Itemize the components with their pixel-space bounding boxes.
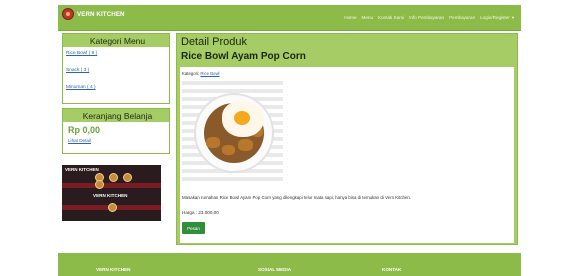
caret-down-icon: ▼ bbox=[511, 15, 515, 20]
yolk-shape bbox=[234, 111, 250, 125]
product-price: Harga : 23.000,00 bbox=[182, 210, 219, 215]
brand-name: VERN KITCHEN bbox=[77, 10, 125, 18]
cart-body: Rp 0,00 Lihat Detail bbox=[63, 122, 169, 146]
food-icon bbox=[95, 180, 104, 189]
footer-social: SOSIAL MEDIA bbox=[258, 267, 292, 272]
food-shape bbox=[238, 139, 253, 151]
order-button[interactable]: Pesan bbox=[182, 222, 205, 234]
food-shape bbox=[222, 145, 235, 155]
nav-menu: Home Menu Kontak Kami Info Pembayaran Pe… bbox=[344, 15, 515, 20]
food-icon bbox=[123, 173, 132, 182]
product-detail-panel: Detail Produk Rice Bowl Ayam Pop Corn Ka… bbox=[176, 33, 518, 245]
product-category: Kategori: Rice Bowl bbox=[182, 71, 220, 76]
category-list: Rice Bowl ( 8 ) Snack ( 3 ) Minuman ( 4 … bbox=[63, 47, 169, 106]
footer: VERN KITCHEN SOSIAL MEDIA KONTAK bbox=[58, 253, 521, 276]
category-card: Kategori Menu Rice Bowl ( 8 ) Snack ( 3 … bbox=[62, 33, 170, 104]
cart-card-title: Keranjang Belanja bbox=[63, 109, 169, 122]
category-link-rice-bowl[interactable]: Rice Bowl ( 8 ) bbox=[66, 51, 166, 68]
nav-login-dropdown[interactable]: Login/Register ▼ bbox=[480, 15, 515, 20]
food-icon bbox=[109, 173, 118, 182]
banner-title: VERN KITCHEN bbox=[65, 167, 99, 172]
product-name: Rice Bowl Ayam Pop Corn bbox=[181, 51, 306, 62]
page-title: Detail Produk bbox=[181, 36, 248, 48]
footer-brand: VERN KITCHEN bbox=[96, 267, 131, 272]
brand[interactable]: VERN KITCHEN bbox=[62, 8, 125, 20]
nav-kontak[interactable]: Kontak Kami bbox=[378, 15, 404, 20]
product-content: Kategori: Rice Bowl Masakan rumahan Rice… bbox=[180, 67, 514, 243]
nav-home[interactable]: Home bbox=[344, 15, 356, 20]
top-navbar: VERN KITCHEN Home Menu Kontak Kami Info … bbox=[58, 5, 521, 31]
product-image bbox=[182, 81, 283, 185]
product-category-prefix: Kategori: bbox=[182, 71, 200, 76]
product-description: Masakan rumahan Rice Bowl Ayam Pop Corn … bbox=[182, 195, 412, 200]
nav-info-pembayaran[interactable]: Info Pembayaran bbox=[409, 15, 444, 20]
banner-subtitle: VERN KITCHEN bbox=[93, 193, 128, 198]
nav-login-label: Login/Register bbox=[480, 15, 510, 20]
category-card-title: Kategori Menu bbox=[63, 34, 169, 47]
cart-detail-link[interactable]: Lihat Detail bbox=[68, 138, 164, 143]
brand-logo-icon bbox=[62, 8, 74, 20]
food-shape bbox=[206, 137, 220, 148]
page-container: Kategori Menu Rice Bowl ( 8 ) Snack ( 3 … bbox=[58, 31, 521, 248]
category-link-snack[interactable]: Snack ( 3 ) bbox=[66, 68, 166, 85]
footer-contact: KONTAK bbox=[382, 267, 402, 272]
category-link-minuman[interactable]: Minuman ( 4 ) bbox=[66, 85, 166, 102]
banner-stripe bbox=[62, 183, 161, 188]
promo-banner[interactable]: VERN KITCHEN VERN KITCHEN bbox=[62, 165, 161, 221]
product-category-link[interactable]: Rice Bowl bbox=[200, 71, 219, 76]
nav-pembayaran[interactable]: Pembayaran bbox=[449, 15, 475, 20]
cart-card: Keranjang Belanja Rp 0,00 Lihat Detail bbox=[62, 108, 170, 154]
cart-total: Rp 0,00 bbox=[68, 125, 101, 135]
nav-menu-link[interactable]: Menu bbox=[362, 15, 374, 20]
food-icon bbox=[108, 203, 117, 212]
